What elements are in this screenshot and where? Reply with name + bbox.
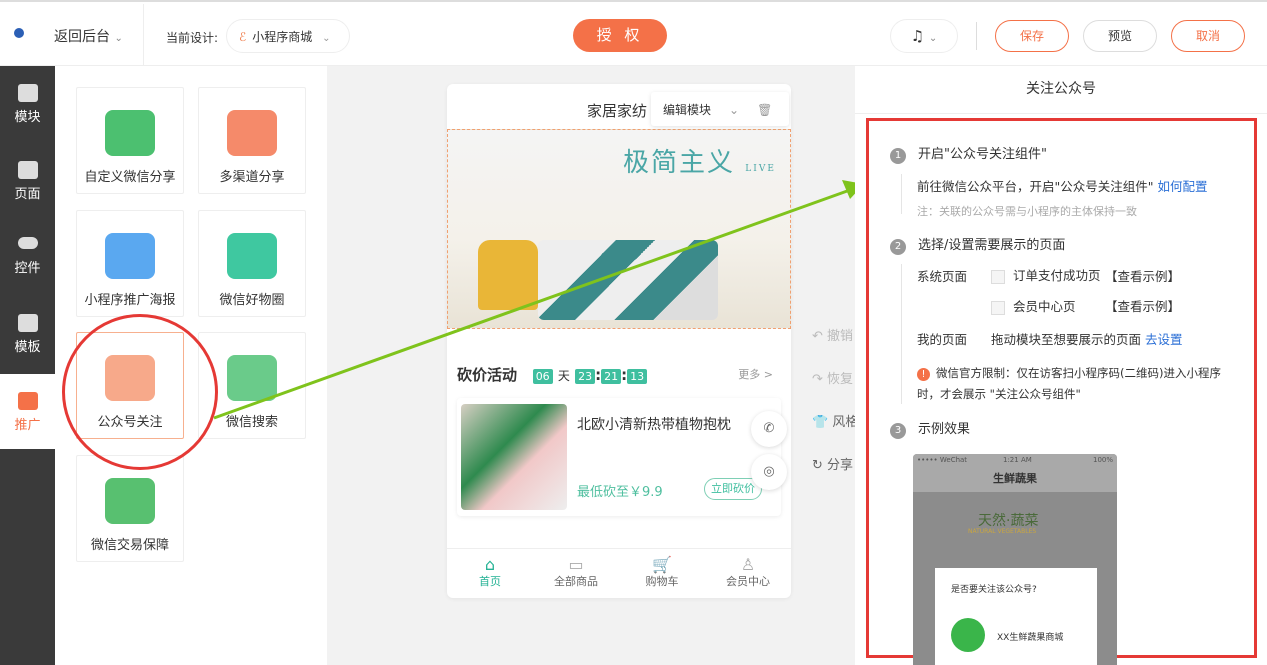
- step-1-note: 注：关联的公众号需与小程序的主体保持一致: [917, 203, 1137, 219]
- warning-icon: !: [917, 368, 930, 381]
- account-avatar: [951, 618, 985, 652]
- wechat-limit-warning-cont: 时，才会展示 "关注公众号组件": [917, 386, 1081, 402]
- step-1-text: 前往微信公众平台，开启"公众号关注组件" 如何配置: [917, 176, 1208, 195]
- step-1-title: 1开启"公众号关注组件": [890, 143, 1047, 164]
- checkbox: [991, 270, 1005, 284]
- option-member-center[interactable]: 会员中心页: [991, 296, 1076, 315]
- my-pages-text: 拖动模块至想要展示的页面 去设置: [991, 329, 1183, 348]
- view-example-link[interactable]: 【查看示例】: [1105, 266, 1180, 285]
- example-header: ••••• WeChat 1:21 AM 100% 生鲜蔬果: [913, 454, 1117, 492]
- view-example-link[interactable]: 【查看示例】: [1105, 296, 1180, 315]
- settings-panel: 关注公众号 1开启"公众号关注组件" 前往微信公众平台，开启"公众号关注组件" …: [855, 66, 1267, 665]
- how-to-configure-link[interactable]: 如何配置: [1157, 179, 1207, 194]
- checkbox: [991, 301, 1005, 315]
- wechat-limit-warning: !微信官方限制：仅在访客扫小程序码(二维码)进入小程序: [917, 365, 1221, 381]
- follow-dialog: 是否要关注该公众号? XX生鲜蔬果商城: [935, 568, 1097, 665]
- option-order-paid[interactable]: 订单支付成功页: [991, 265, 1101, 284]
- example-screenshot: ••••• WeChat 1:21 AM 100% 生鲜蔬果 天然·蔬菜 NAT…: [913, 454, 1117, 665]
- panel-title: 关注公众号: [855, 66, 1267, 114]
- step-2-title: 2选择/设置需要展示的页面: [890, 234, 1065, 255]
- go-settings-link[interactable]: 去设置: [1145, 332, 1183, 347]
- system-pages-label: 系统页面: [917, 266, 967, 285]
- my-pages-label: 我的页面: [917, 329, 967, 348]
- step-3-title: 3示例效果: [890, 418, 970, 439]
